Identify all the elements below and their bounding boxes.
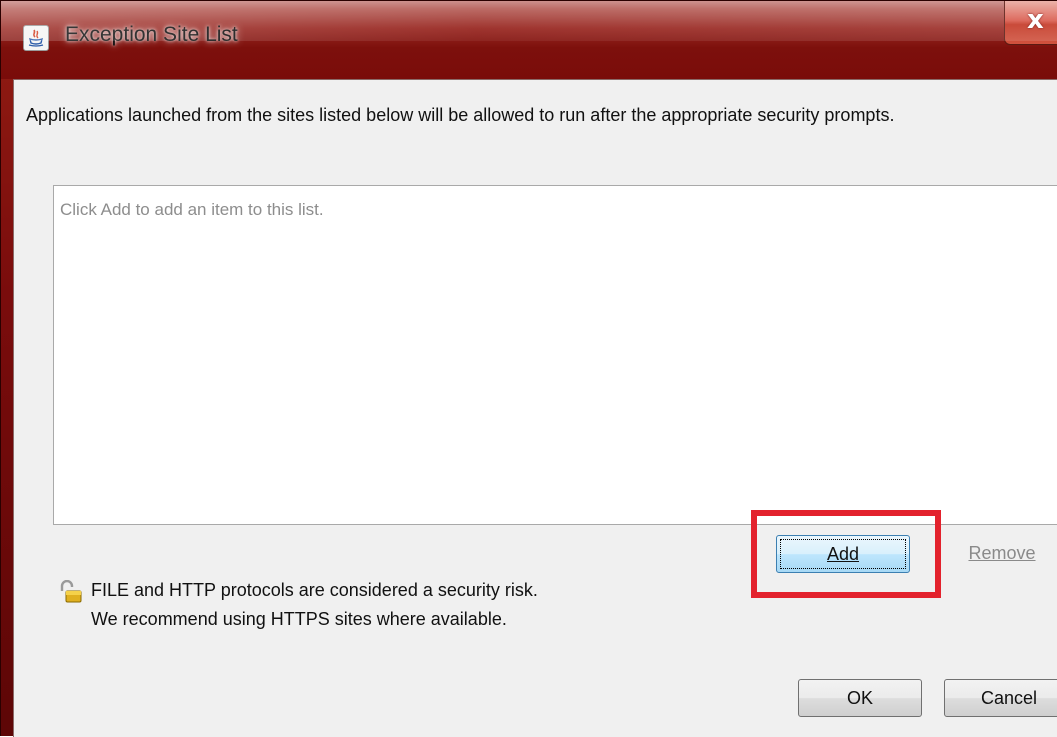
window-title: Exception Site List	[65, 23, 238, 46]
warning-line-1: FILE and HTTP protocols are considered a…	[91, 580, 538, 600]
warning-line-2: We recommend using HTTPS sites where ava…	[91, 609, 507, 629]
ok-button[interactable]: OK	[798, 679, 922, 717]
close-button[interactable]: x	[1004, 1, 1057, 45]
description-text: Applications launched from the sites lis…	[26, 105, 895, 125]
title-bar[interactable]: Exception Site List x	[1, 1, 1057, 79]
dialog-body: Applications launched from the sites lis…	[13, 79, 1057, 737]
close-icon: x	[1027, 5, 1044, 35]
site-list-placeholder: Click Add to add an item to this list.	[60, 200, 324, 219]
exception-site-list-window: Exception Site List x Applications launc…	[0, 0, 1057, 737]
cancel-button[interactable]: Cancel	[944, 679, 1057, 717]
java-icon	[23, 25, 49, 51]
remove-button[interactable]: Remove	[932, 535, 1057, 573]
unlocked-padlock-icon	[58, 579, 84, 611]
security-warning: FILE and HTTP protocols are considered a…	[91, 576, 538, 634]
annotation-highlight-box	[751, 510, 941, 598]
site-list[interactable]: Click Add to add an item to this list.	[53, 185, 1057, 525]
remove-button-label: Remove	[968, 543, 1036, 563]
